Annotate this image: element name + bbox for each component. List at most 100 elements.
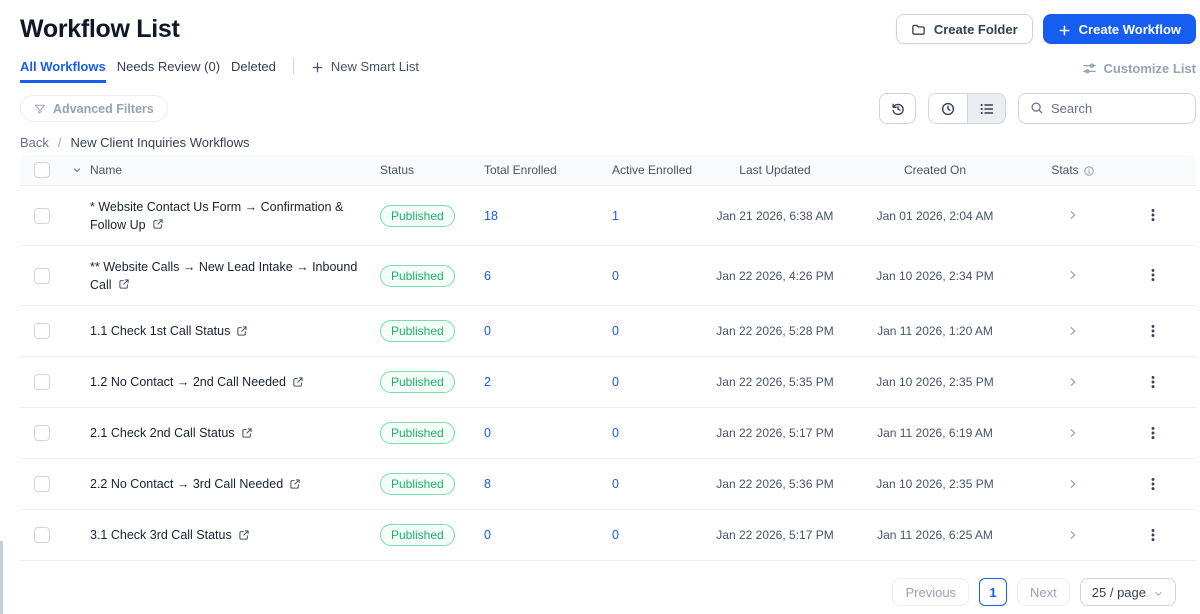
workflow-name-cell[interactable]: 1.2 No Contact → 2nd Call Needed <box>90 365 368 399</box>
table-row[interactable]: 1.1 Check 1st Call Status Published 0 0 … <box>20 306 1196 357</box>
customize-list-button[interactable]: Customize List <box>1082 58 1196 76</box>
kebab-menu-icon <box>1146 424 1160 442</box>
kebab-menu-icon <box>1146 322 1160 340</box>
column-header-total-enrolled[interactable]: Total Enrolled <box>468 163 596 177</box>
workflow-name-cell[interactable]: 1.1 Check 1st Call Status <box>90 314 368 348</box>
stats-expand-button[interactable] <box>1020 424 1126 442</box>
time-view-button[interactable] <box>929 94 967 123</box>
column-header-last-updated[interactable]: Last Updated <box>700 163 850 177</box>
external-link-icon[interactable] <box>118 277 130 291</box>
column-header-active-enrolled[interactable]: Active Enrolled <box>596 163 700 177</box>
row-checkbox[interactable] <box>34 476 50 492</box>
table-row[interactable]: 1.2 No Contact → 2nd Call Needed Publish… <box>20 357 1196 408</box>
created-on-value: Jan 01 2026, 2:04 AM <box>876 208 994 223</box>
advanced-filters-label: Advanced Filters <box>53 101 154 116</box>
active-enrolled-link[interactable]: 0 <box>596 375 700 389</box>
stats-expand-button[interactable] <box>1020 475 1126 493</box>
column-header-status[interactable]: Status <box>368 163 468 177</box>
row-actions-button[interactable] <box>1126 322 1180 340</box>
tab-needs-review[interactable]: Needs Review (0) <box>117 59 220 83</box>
active-enrolled-link[interactable]: 0 <box>596 324 700 338</box>
row-actions-button[interactable] <box>1126 267 1180 285</box>
plus-icon <box>1058 21 1071 36</box>
row-checkbox[interactable] <box>34 267 50 284</box>
row-checkbox[interactable] <box>34 207 50 224</box>
total-enrolled-link[interactable]: 2 <box>468 375 596 389</box>
tab-all-workflows[interactable]: All Workflows <box>20 59 106 83</box>
customize-list-label: Customize List <box>1103 60 1196 76</box>
page-size-select[interactable]: 25 / page <box>1079 578 1176 606</box>
workflow-name-cell[interactable]: 3.1 Check 3rd Call Status <box>90 518 368 552</box>
table-row[interactable]: 2.1 Check 2nd Call Status Published 0 0 … <box>20 408 1196 459</box>
external-link-icon[interactable] <box>238 527 250 541</box>
stats-expand-button[interactable] <box>1020 207 1126 225</box>
view-toggle <box>928 93 1006 124</box>
active-enrolled-link[interactable]: 1 <box>596 209 700 223</box>
row-actions-button[interactable] <box>1126 373 1180 391</box>
external-link-icon[interactable] <box>289 476 301 490</box>
total-enrolled-link[interactable]: 0 <box>468 528 596 542</box>
advanced-filters-button[interactable]: Advanced Filters <box>20 95 168 122</box>
total-enrolled-link[interactable]: 18 <box>468 209 596 223</box>
current-page-button[interactable]: 1 <box>979 578 1008 606</box>
enrollment-history-icon <box>890 100 906 116</box>
search-input[interactable] <box>1051 101 1184 116</box>
workflow-name-cell[interactable]: 2.1 Check 2nd Call Status <box>90 416 368 450</box>
create-workflow-button[interactable]: Create Workflow <box>1042 14 1196 44</box>
list-view-button[interactable] <box>967 94 1005 123</box>
total-enrolled-link[interactable]: 0 <box>468 426 596 440</box>
created-on-value: Jan 11 2026, 1:20 AM <box>877 324 993 338</box>
row-checkbox[interactable] <box>34 323 50 339</box>
stats-expand-button[interactable] <box>1020 526 1126 544</box>
next-page-button[interactable]: Next <box>1017 578 1070 606</box>
last-updated-value: Jan 22 2026, 5:17 PM <box>716 426 834 440</box>
previous-page-button[interactable]: Previous <box>892 578 970 606</box>
row-checkbox[interactable] <box>34 527 50 543</box>
workflow-name-cell[interactable]: * Website Contact Us Form → Confirmation… <box>90 190 368 242</box>
row-actions-button[interactable] <box>1126 475 1180 493</box>
total-enrolled-link[interactable]: 6 <box>468 269 596 283</box>
active-enrolled-link[interactable]: 0 <box>596 528 700 542</box>
breadcrumb-back-link[interactable]: Back <box>20 135 49 150</box>
status-badge: Published <box>380 524 455 546</box>
stats-expand-button[interactable] <box>1020 322 1126 340</box>
row-actions-button[interactable] <box>1126 526 1180 544</box>
external-link-icon[interactable] <box>241 425 253 439</box>
stats-expand-button[interactable] <box>1020 373 1126 391</box>
stats-expand-button[interactable] <box>1020 267 1126 285</box>
row-actions-button[interactable] <box>1126 207 1180 225</box>
column-header-name[interactable]: Name <box>90 163 368 177</box>
row-actions-button[interactable] <box>1126 424 1180 442</box>
table-row[interactable]: * Website Contact Us Form → Confirmation… <box>20 186 1196 246</box>
column-header-created-on[interactable]: Created On <box>850 163 1020 177</box>
workflow-name-cell[interactable]: 2.2 No Contact → 3rd Call Needed <box>90 467 368 501</box>
last-updated-value: Jan 22 2026, 5:36 PM <box>716 477 834 491</box>
table-row[interactable]: 2.2 No Contact → 3rd Call Needed Publish… <box>20 459 1196 510</box>
table-row[interactable]: 3.1 Check 3rd Call Status Published 0 0 … <box>20 510 1196 561</box>
create-folder-button[interactable]: Create Folder <box>895 14 1033 44</box>
workflow-name-cell[interactable]: ** Website Calls → New Lead Intake → Inb… <box>90 250 368 302</box>
tab-deleted[interactable]: Deleted <box>231 59 276 83</box>
kebab-menu-icon <box>1146 207 1160 225</box>
table-row[interactable]: ** Website Calls → New Lead Intake → Inb… <box>20 246 1196 306</box>
column-header-stats[interactable]: Stats <box>1020 163 1126 177</box>
external-link-icon[interactable] <box>152 217 164 231</box>
breadcrumb-current: New Client Inquiries Workflows <box>70 135 250 150</box>
total-enrolled-link[interactable]: 0 <box>468 324 596 338</box>
external-link-icon[interactable] <box>236 323 248 337</box>
row-checkbox[interactable] <box>34 425 50 441</box>
select-all-checkbox[interactable] <box>34 162 50 178</box>
active-enrolled-link[interactable]: 0 <box>596 269 700 283</box>
row-checkbox[interactable] <box>34 374 50 390</box>
enrollment-history-button[interactable] <box>879 93 916 124</box>
select-all-caret-icon[interactable] <box>64 164 90 176</box>
new-smart-list-button[interactable]: New Smart List <box>311 58 419 82</box>
total-enrolled-link[interactable]: 8 <box>468 477 596 491</box>
info-icon <box>1083 163 1095 177</box>
status-badge: Published <box>380 320 455 342</box>
workflow-name: * Website Contact Us Form → Confirmation… <box>90 199 344 232</box>
active-enrolled-link[interactable]: 0 <box>596 477 700 491</box>
created-on-value: Jan 11 2026, 6:19 AM <box>877 426 993 440</box>
active-enrolled-link[interactable]: 0 <box>596 426 700 440</box>
external-link-icon[interactable] <box>292 374 304 388</box>
